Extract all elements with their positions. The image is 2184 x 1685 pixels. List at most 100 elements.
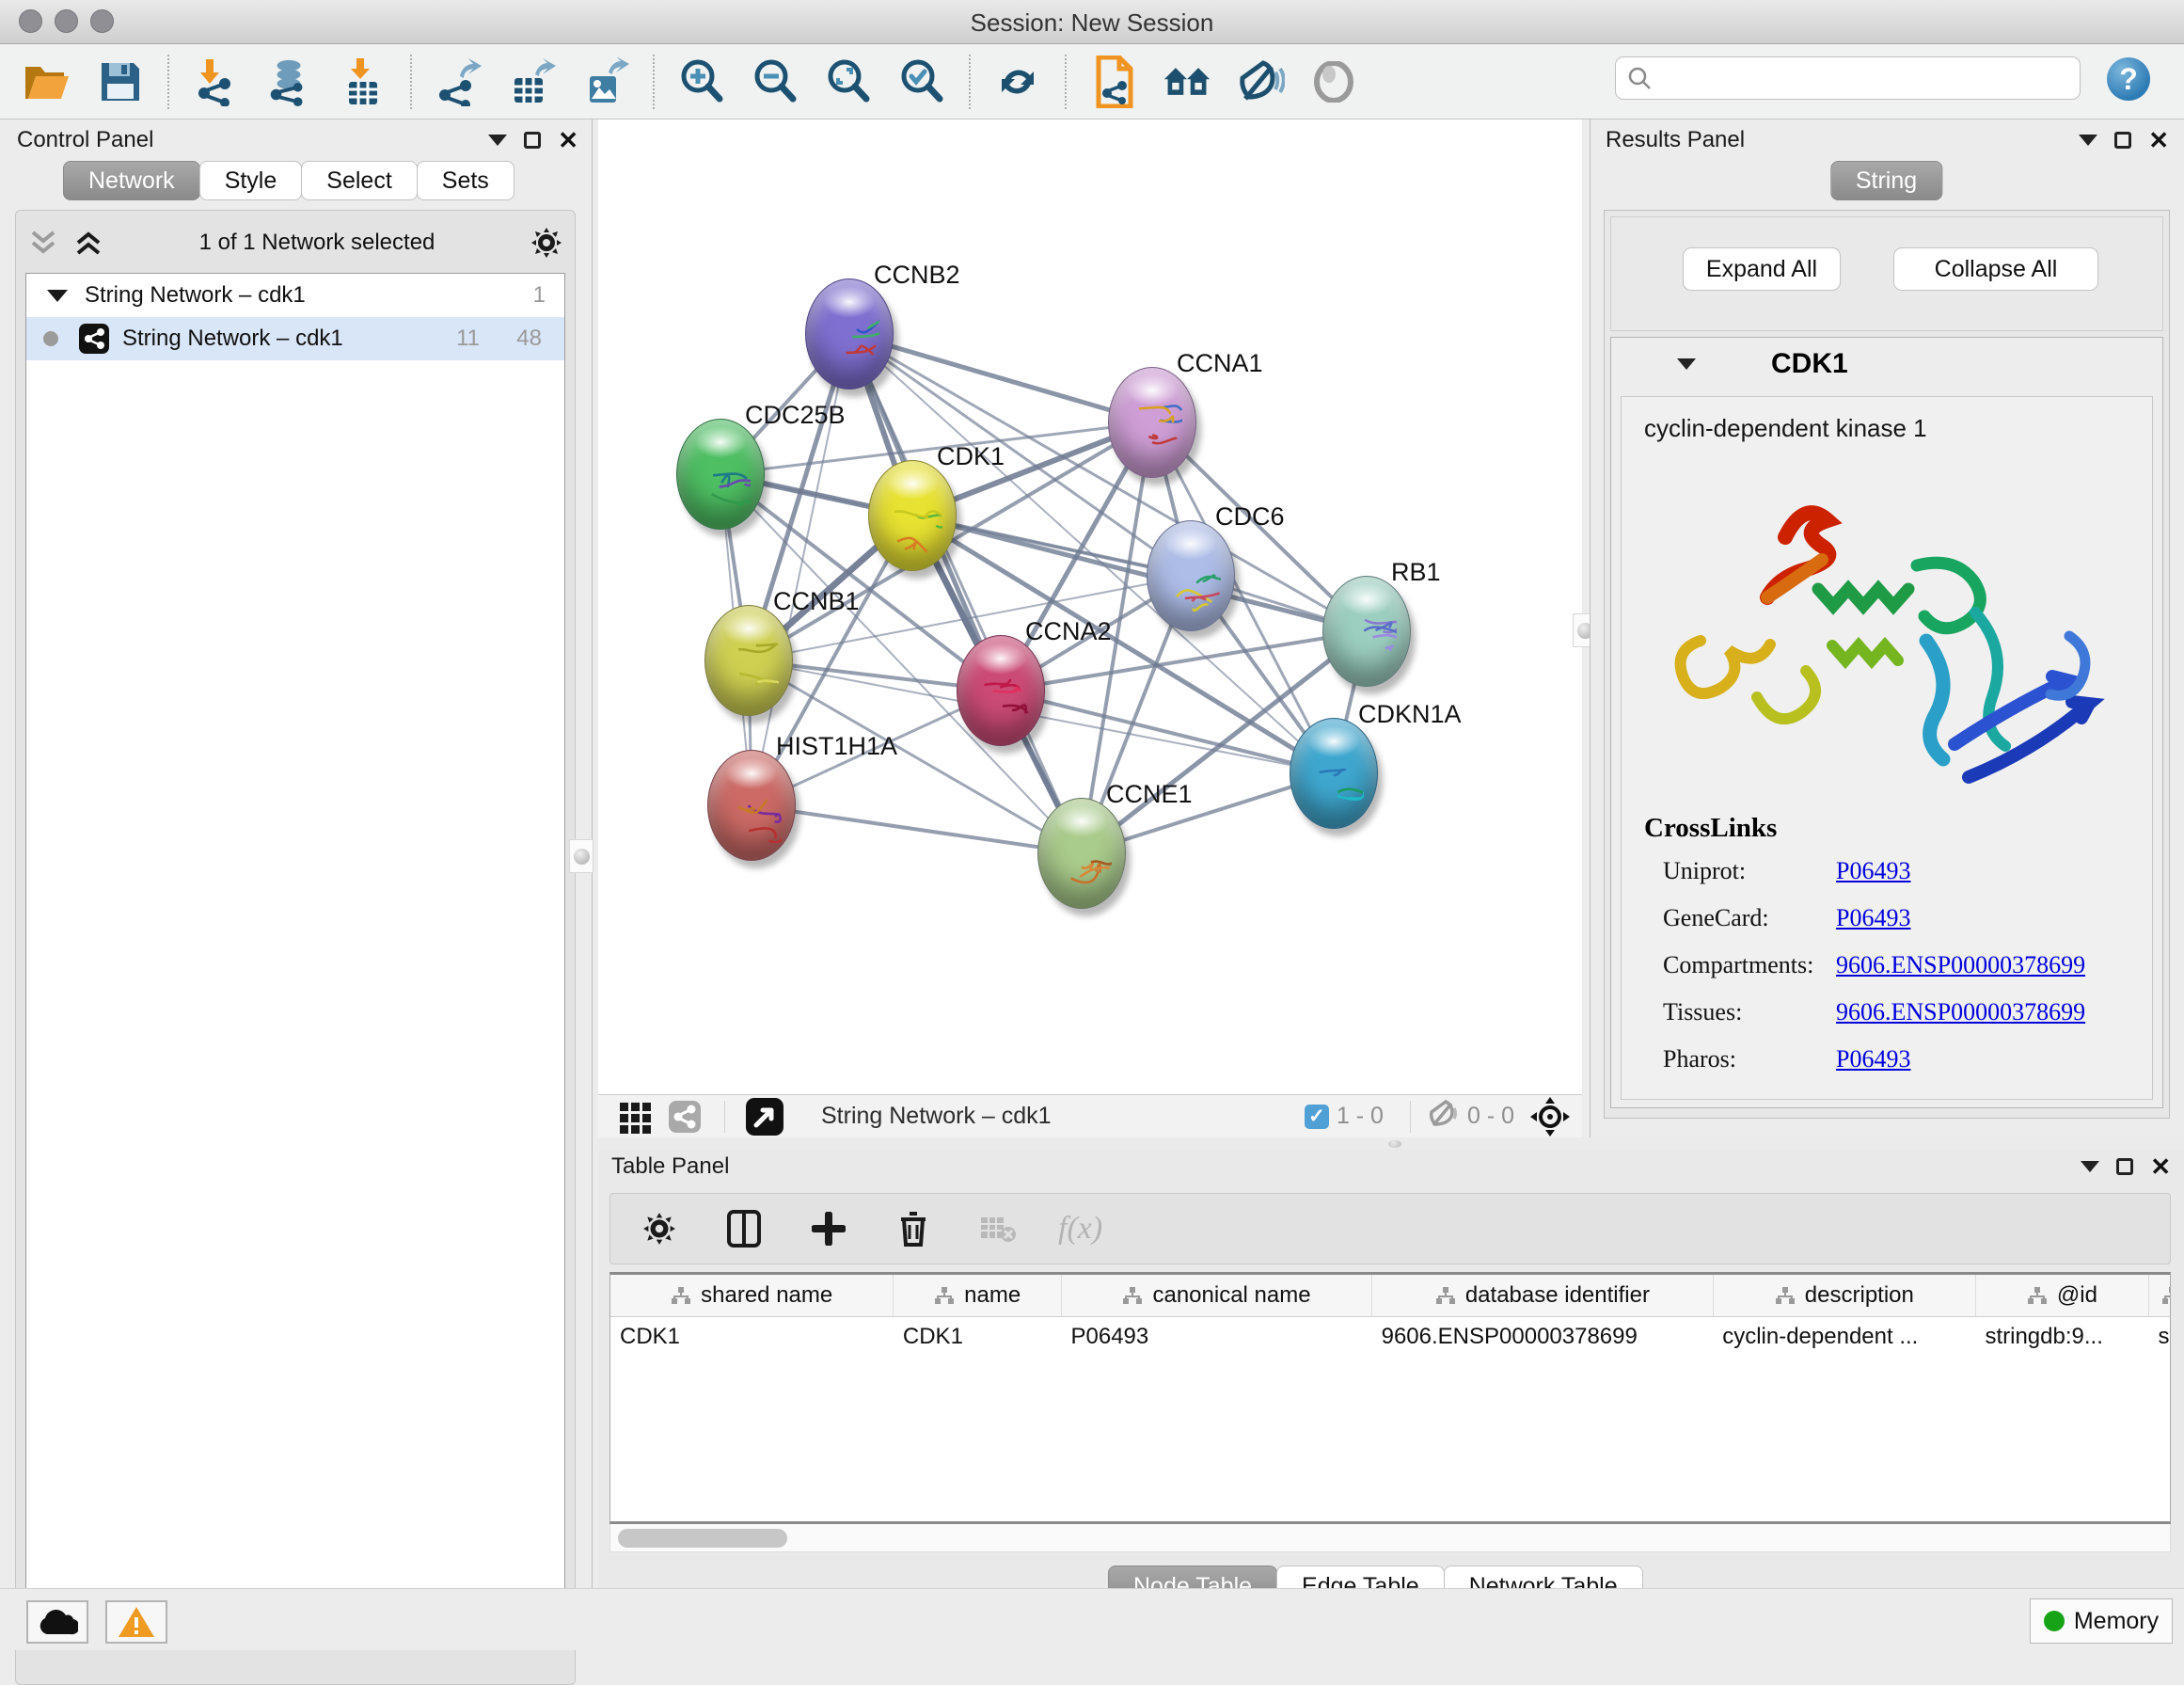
hide-selected-icon[interactable] bbox=[1236, 57, 1285, 106]
network-node-ccna1[interactable] bbox=[1108, 367, 1196, 478]
network-canvas[interactable]: CCNB2CCNA1CDC25BCDK1CDC6RB1CCNB1CCNA2CDK… bbox=[598, 119, 1582, 1094]
memory-button[interactable]: Memory bbox=[2030, 1598, 2173, 1644]
collapse-all-icon[interactable] bbox=[27, 229, 59, 257]
tab-sets[interactable]: Sets bbox=[417, 161, 514, 200]
table-settings-gear-icon[interactable] bbox=[635, 1204, 684, 1253]
control-panel: Control Panel ✕ Network Style Select Set… bbox=[0, 119, 593, 1588]
import-network-file-icon[interactable] bbox=[192, 57, 241, 106]
import-network-database-icon[interactable] bbox=[265, 57, 314, 106]
zoom-in-icon[interactable] bbox=[677, 57, 726, 106]
table-menu-icon[interactable] bbox=[2081, 1161, 2099, 1172]
grid-view-icon[interactable] bbox=[611, 1092, 660, 1141]
open-session-icon[interactable] bbox=[23, 57, 71, 106]
expand-all-button[interactable]: Expand All bbox=[1683, 247, 1841, 291]
network-edge[interactable] bbox=[849, 334, 1152, 422]
scrollbar-thumb[interactable] bbox=[618, 1529, 787, 1548]
tab-style[interactable]: Style bbox=[199, 161, 303, 200]
network-node-ccna2[interactable] bbox=[957, 635, 1045, 746]
table-float-icon[interactable] bbox=[2116, 1158, 2133, 1175]
network-row[interactable]: String Network – cdk1 11 48 bbox=[26, 317, 564, 360]
column-type-icon bbox=[2027, 1286, 2048, 1305]
first-neighbors-icon[interactable] bbox=[1163, 57, 1211, 106]
export-table-icon[interactable] bbox=[508, 57, 557, 106]
table-row[interactable]: CDK1 CDK1 P06493 9606.ENSP00000378699 cy… bbox=[610, 1316, 2171, 1358]
protein-description: cyclin-dependent kinase 1 bbox=[1622, 397, 2152, 443]
table-panel-title: Table Panel bbox=[611, 1153, 729, 1180]
search-input[interactable] bbox=[1652, 65, 2056, 91]
cloud-icon bbox=[37, 1608, 78, 1636]
memory-status-dot-icon bbox=[2044, 1611, 2065, 1631]
section-title: CDK1 bbox=[1771, 348, 1848, 380]
export-network-icon[interactable] bbox=[435, 57, 483, 106]
network-view-icon[interactable] bbox=[660, 1092, 709, 1141]
selected-checkbox-icon[interactable]: ✓ bbox=[1305, 1105, 1329, 1129]
collapse-all-button[interactable]: Collapse All bbox=[1893, 247, 2098, 291]
column-type-icon bbox=[1435, 1286, 1456, 1305]
birdseye-view-icon[interactable] bbox=[740, 1092, 789, 1141]
results-close-icon[interactable]: ✕ bbox=[2148, 132, 2169, 149]
protein-structure-thumbnail bbox=[1052, 816, 1112, 891]
network-node-cdkn1a[interactable] bbox=[1290, 718, 1378, 829]
section-collapse-caret-icon[interactable] bbox=[1677, 358, 1696, 370]
table-header-row[interactable]: shared name name canonical name database… bbox=[610, 1275, 2171, 1316]
network-node-cdk1[interactable] bbox=[868, 460, 957, 571]
refresh-icon[interactable] bbox=[993, 57, 1042, 106]
show-columns-icon[interactable] bbox=[720, 1204, 768, 1253]
import-table-file-icon[interactable] bbox=[339, 57, 388, 106]
panel-menu-icon[interactable] bbox=[488, 135, 507, 146]
horizontal-splitter[interactable] bbox=[598, 1137, 2184, 1150]
results-float-icon[interactable] bbox=[2114, 132, 2131, 149]
export-image-icon[interactable] bbox=[581, 57, 630, 106]
tab-string[interactable]: String bbox=[1830, 161, 1942, 200]
crosslink-link[interactable]: 9606.ENSP00000378699 bbox=[1836, 998, 2085, 1026]
panel-float-icon[interactable] bbox=[524, 132, 541, 149]
expand-all-icon[interactable] bbox=[72, 229, 104, 257]
network-node-hist1h1a[interactable] bbox=[707, 750, 796, 861]
zoom-selected-icon[interactable] bbox=[897, 57, 946, 106]
protein-structure-thumbnail bbox=[819, 296, 879, 372]
crosslink-link[interactable]: P06493 bbox=[1836, 904, 1910, 932]
network-node-ccnb2[interactable] bbox=[805, 278, 894, 389]
network-node-cdc6[interactable] bbox=[1147, 520, 1235, 631]
node-label: RB1 bbox=[1391, 558, 1441, 587]
crosslink-link[interactable]: P06493 bbox=[1836, 857, 1910, 885]
cloud-button[interactable] bbox=[26, 1600, 88, 1644]
node-table[interactable]: shared name name canonical name database… bbox=[609, 1272, 2171, 1524]
network-edge[interactable] bbox=[752, 805, 1082, 853]
crosslink-label: Compartments: bbox=[1663, 951, 1836, 979]
network-collection-row[interactable]: String Network – cdk1 1 bbox=[26, 274, 564, 317]
network-options-gear-icon[interactable] bbox=[530, 226, 563, 260]
network-node-ccnb1[interactable] bbox=[704, 605, 793, 716]
search-box[interactable] bbox=[1615, 56, 2081, 100]
results-menu-icon[interactable] bbox=[2079, 135, 2097, 146]
help-button[interactable]: ? bbox=[2107, 57, 2150, 101]
network-node-ccne1[interactable] bbox=[1037, 798, 1126, 909]
delete-column-trash-icon[interactable] bbox=[889, 1204, 938, 1253]
network-node-cdc25b[interactable] bbox=[676, 419, 765, 530]
zoom-fit-icon[interactable] bbox=[824, 57, 873, 106]
network-edge[interactable] bbox=[849, 334, 1082, 853]
hidden-count: 0 - 0 bbox=[1467, 1103, 1514, 1130]
share-file-icon[interactable] bbox=[1089, 57, 1138, 106]
create-column-plus-icon[interactable] bbox=[804, 1204, 853, 1253]
panel-close-icon[interactable]: ✕ bbox=[558, 132, 578, 149]
tree-expand-caret-icon[interactable] bbox=[47, 290, 68, 302]
fit-content-crosshair-icon[interactable] bbox=[1526, 1092, 1575, 1141]
table-horizontal-scrollbar[interactable] bbox=[609, 1524, 2171, 1552]
save-session-icon[interactable] bbox=[96, 57, 145, 106]
network-edge[interactable] bbox=[912, 516, 1367, 631]
show-all-icon[interactable] bbox=[1309, 57, 1358, 106]
cdk1-section-header[interactable]: CDK1 bbox=[1611, 338, 2162, 390]
tab-select[interactable]: Select bbox=[301, 161, 417, 200]
warnings-button[interactable] bbox=[105, 1600, 167, 1644]
zoom-out-icon[interactable] bbox=[751, 57, 799, 106]
splitter-grip-icon[interactable] bbox=[1388, 1140, 1401, 1148]
crosslink-label: GeneCard: bbox=[1663, 904, 1836, 932]
crosslink-link[interactable]: P06493 bbox=[1836, 1045, 1910, 1073]
table-close-icon[interactable]: ✕ bbox=[2150, 1158, 2171, 1175]
left-splitter-grip[interactable] bbox=[569, 839, 593, 873]
crosslink-link[interactable]: 9606.ENSP00000378699 bbox=[1836, 951, 2085, 979]
network-node-rb1[interactable] bbox=[1322, 576, 1411, 687]
protein-structure-image bbox=[1644, 453, 2133, 810]
tab-network[interactable]: Network bbox=[63, 161, 200, 200]
